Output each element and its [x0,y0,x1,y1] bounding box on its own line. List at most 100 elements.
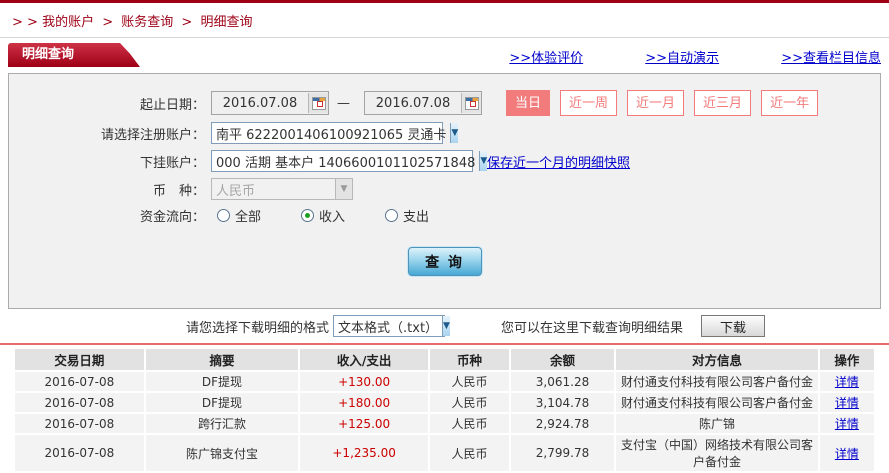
radio-icon [385,209,399,222]
chevron-down-icon: ▼ [335,179,352,199]
detail-link[interactable]: 详情 [835,375,859,389]
query-form-panel: 起止日期： 2016.07.08 — 2016.07.08 当日 近一周 近一月… [8,73,881,309]
calendar-icon[interactable] [308,93,328,113]
col-header-currency: 币种 [430,349,509,370]
breadcrumb-prefix: > > [12,15,38,30]
cell-balance: 3,104.78 [510,393,615,412]
cell-summary: DF提现 [145,372,299,391]
currency-row: 币 种： 人民币 ▼ [9,178,880,200]
cell-summary: 陈广锦支付宝 [145,435,299,471]
table-row: 2016-07-08 DF提现 +130.00 人民币 3,061.28 财付通… [15,372,874,391]
cell-date: 2016-07-08 [15,393,144,412]
link-auto-demo[interactable]: >>自动演示 [645,51,719,66]
detail-link[interactable]: 详情 [835,396,859,410]
cell-counterparty: 陈广锦 [616,414,818,433]
date-from-input[interactable]: 2016.07.08 [211,91,329,115]
cell-summary: 跨行汇款 [145,414,299,433]
download-hint: 您可以在这里下载查询明细结果 [501,320,684,336]
range-button-today[interactable]: 当日 [506,90,551,116]
range-button-last-week[interactable]: 近一周 [560,90,618,116]
flow-radio-expense[interactable]: 支出 [385,206,429,225]
currency-value: 人民币 [216,183,256,199]
currency-label: 币 种： [152,183,205,199]
register-account-select[interactable]: 南平 6222001406100921065 灵通卡 ▼ [211,122,459,144]
breadcrumb-item-my-account[interactable]: 我的账户 [42,15,94,30]
calendar-icon[interactable] [461,93,481,113]
flow-direction-row: 资金流向： 全部 收入 支出 [9,206,880,225]
table-row: 2016-07-08 DF提现 +180.00 人民币 3,104.78 财付通… [15,393,874,412]
col-header-balance: 余额 [510,349,615,370]
download-button[interactable]: 下载 [701,315,766,337]
date-range-row: 起止日期： 2016.07.08 — 2016.07.08 当日 近一周 近一月… [9,90,880,116]
table-header-row: 交易日期 摘要 收入/支出 币种 余额 对方信息 操作 [15,349,874,370]
sub-account-value: 000 活期 基本户 1406600101102571848 [216,155,476,171]
cell-currency: 人民币 [430,372,509,391]
tab-detail-query[interactable]: 明细查询 [8,43,140,67]
cell-amount: +125.00 [300,414,429,433]
cell-date: 2016-07-08 [15,372,144,391]
range-button-last-month[interactable]: 近一月 [627,90,685,116]
query-button[interactable]: 查 询 [407,247,482,276]
breadcrumb-item-detail-query[interactable]: 明细查询 [200,15,252,30]
flow-radio-expense-label: 支出 [403,210,430,225]
download-format-label: 请您选择下载明细的格式 [186,320,330,336]
cell-balance: 2,799.78 [510,435,615,471]
range-button-last-3-months[interactable]: 近三月 [694,90,752,116]
results-table-wrap: 交易日期 摘要 收入/支出 币种 余额 对方信息 操作 2016-07-08 D… [0,345,889,473]
range-button-last-year[interactable]: 近一年 [761,90,819,116]
tab-label: 明细查询 [22,47,75,62]
breadcrumb-separator: > [181,15,193,30]
download-format-value: 文本格式（.txt） [338,320,439,336]
cell-currency: 人民币 [430,393,509,412]
sub-account-label: 下挂账户： [139,155,205,171]
download-format-select[interactable]: 文本格式（.txt） ▼ [333,315,450,337]
detail-link[interactable]: 详情 [835,417,859,431]
cell-balance: 3,061.28 [510,372,615,391]
register-account-value: 南平 6222001406100921065 灵通卡 [216,127,447,143]
detail-link[interactable]: 详情 [835,447,859,461]
date-to-input[interactable]: 2016.07.08 [364,91,482,115]
flow-radio-income-label: 收入 [319,210,346,225]
flow-radio-all[interactable]: 全部 [217,206,261,225]
calendar-glyph [311,96,326,110]
flow-radio-all-label: 全部 [235,210,262,225]
cell-summary: DF提现 [145,393,299,412]
cell-amount: +130.00 [300,372,429,391]
snapshot-link[interactable]: 保存近一个月的明细快照 [487,152,630,171]
register-account-row: 请选择注册账户： 南平 6222001406100921065 灵通卡 ▼ [9,122,880,144]
flow-direction-label: 资金流向： [139,210,205,225]
col-header-amount: 收入/支出 [300,349,429,370]
register-account-label: 请选择注册账户： [100,127,205,143]
col-header-date: 交易日期 [15,349,144,370]
sub-account-select[interactable]: 000 活期 基本户 1406600101102571848 ▼ [211,150,488,172]
quick-range-buttons: 当日 近一周 近一月 近三月 近一年 [496,90,819,116]
cell-amount: +180.00 [300,393,429,412]
cell-date: 2016-07-08 [15,414,144,433]
cell-counterparty: 支付宝（中国）网络技术有限公司客户备付金 [616,435,818,471]
query-button-row: 查 询 [9,247,880,276]
radio-icon [217,209,230,222]
calendar-glyph [464,96,479,110]
date-range-dash: — [337,95,350,111]
radio-icon [301,209,315,222]
cell-amount: +1,235.00 [300,435,429,471]
chevron-down-icon: ▼ [442,316,450,336]
date-range-label: 起止日期： [139,97,205,113]
link-column-info[interactable]: >>查看栏目信息 [781,51,881,66]
section-header: 明细查询 >>体验评价 >>自动演示 >>查看栏目信息 [0,43,889,73]
link-experience-rating[interactable]: >>体验评价 [509,51,583,66]
col-header-summary: 摘要 [145,349,299,370]
breadcrumb: > > 我的账户 > 账务查询 > 明细查询 [0,3,889,38]
cell-counterparty: 财付通支付科技有限公司客户备付金 [616,372,818,391]
breadcrumb-separator: > [102,15,114,30]
breadcrumb-item-account-query[interactable]: 账务查询 [121,15,173,30]
flow-radio-income[interactable]: 收入 [301,206,345,225]
table-row: 2016-07-08 跨行汇款 +125.00 人民币 2,924.78 陈广锦… [15,414,874,433]
table-row: 2016-07-08 陈广锦支付宝 +1,235.00 人民币 2,799.78… [15,435,874,471]
results-table: 交易日期 摘要 收入/支出 币种 余额 对方信息 操作 2016-07-08 D… [13,347,876,473]
header-links: >>体验评价 >>自动演示 >>查看栏目信息 [451,47,881,66]
date-from-value: 2016.07.08 [222,95,298,111]
col-header-counterparty: 对方信息 [616,349,818,370]
currency-select-disabled: 人民币 ▼ [211,178,353,200]
date-to-value: 2016.07.08 [375,95,451,111]
